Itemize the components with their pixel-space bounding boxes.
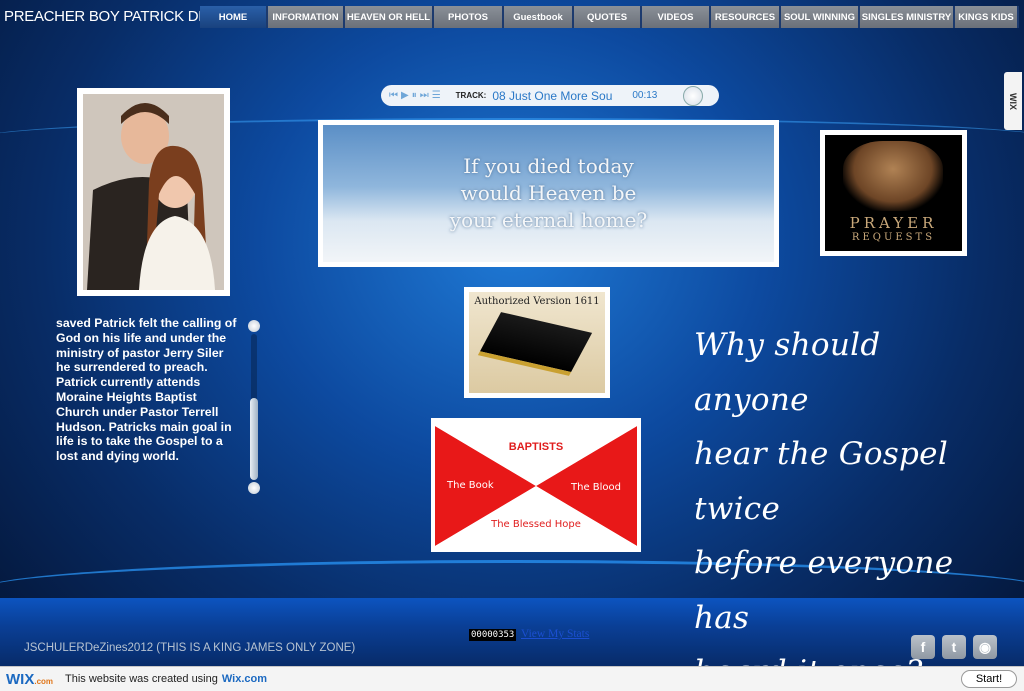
kjv-bible-image[interactable]: Authorized Version 1611 — [464, 287, 610, 398]
nav-soul-winning[interactable]: SOUL WINNING — [781, 6, 860, 28]
banner-text: If you died today would Heaven be your e… — [449, 154, 648, 232]
twitter-icon[interactable]: t — [942, 635, 966, 659]
bible-image: Authorized Version 1611 — [469, 292, 605, 393]
scroll-thumb[interactable] — [250, 398, 258, 480]
prayer-title: PRAYER — [849, 214, 938, 232]
track-label: TRACK: — [455, 91, 487, 100]
praying-hands-icon — [843, 141, 943, 211]
bible-book-icon — [477, 312, 593, 376]
wix-message: This website was created using — [65, 673, 218, 685]
play-icon[interactable]: ▶ — [401, 90, 409, 101]
baptists-graphic: BAPTISTS The Book The Blood The Blessed … — [435, 422, 637, 548]
label-blessed-hope: The Blessed Hope — [491, 519, 581, 530]
rss-icon[interactable]: ◉ — [973, 635, 997, 659]
nav-singles-ministry[interactable]: SINGLES MINISTRY — [860, 6, 955, 28]
prayer-subtitle: REQUESTS — [851, 232, 936, 243]
scroll-up-icon[interactable] — [248, 320, 260, 332]
baptists-image[interactable]: BAPTISTS The Book The Blood The Blessed … — [431, 418, 641, 552]
nav-resources[interactable]: RESOURCES — [711, 6, 781, 28]
heaven-banner[interactable]: If you died today would Heaven be your e… — [318, 120, 779, 267]
pause-icon[interactable]: ⏸ — [412, 90, 417, 101]
prayer-image: PRAYER REQUESTS — [825, 135, 962, 251]
label-the-book: The Book — [447, 480, 494, 491]
nav-quotes[interactable]: QUOTES — [574, 6, 642, 28]
nav-guestbook[interactable]: Guestbook — [504, 6, 574, 28]
wix-promo-bar: WIX.com This website was created using W… — [0, 666, 1024, 691]
prayer-requests-image[interactable]: PRAYER REQUESTS — [820, 130, 967, 256]
wix-link[interactable]: Wix.com — [222, 673, 267, 685]
track-name: 08 Just One More Sou — [492, 88, 613, 103]
wix-logo-text: WIX — [6, 670, 35, 688]
playlist-icon[interactable]: ☰ — [432, 90, 441, 101]
couple-photo — [77, 88, 230, 296]
scroll-down-icon[interactable] — [248, 482, 260, 494]
couple-illustration — [83, 94, 224, 290]
volume-knob[interactable] — [683, 85, 704, 106]
wix-logo-suffix: .com — [34, 676, 54, 686]
next-icon[interactable]: ⏭ — [420, 90, 429, 101]
wix-logo[interactable]: WIX.com — [6, 671, 53, 688]
baptists-title: BAPTISTS — [508, 441, 564, 453]
photo-image — [83, 94, 224, 290]
facebook-icon[interactable]: f — [911, 635, 935, 659]
bio-scrollbar[interactable] — [248, 320, 260, 494]
nav-information[interactable]: INFORMATION — [268, 6, 345, 28]
nav-videos[interactable]: VIDEOS — [642, 6, 711, 28]
view-stats-link[interactable]: View My Stats — [521, 628, 589, 640]
nav-home[interactable]: HOME — [200, 6, 268, 28]
track-time: 00:13 — [632, 90, 658, 101]
nav-heaven-or-hell[interactable]: HEAVEN OR HELL — [345, 6, 434, 28]
label-the-blood: The Blood — [571, 482, 621, 493]
bible-title: Authorized Version 1611 — [474, 296, 600, 307]
start-button[interactable]: Start! — [961, 670, 1017, 688]
social-links: f t ◉ — [911, 635, 997, 659]
banner-image: If you died today would Heaven be your e… — [323, 125, 774, 262]
bio-text: saved Patrick felt the calling of God on… — [56, 316, 237, 464]
visitor-counter: 00000353 — [469, 629, 517, 641]
wix-side-tab[interactable]: WIX — [1004, 72, 1022, 130]
main-nav: HOME INFORMATION HEAVEN OR HELL PHOTOS G… — [200, 6, 1019, 28]
footer-credit: JSCHULERDeZines2012 (THIS IS A KING JAME… — [24, 642, 356, 654]
nav-kings-kids[interactable]: KINGS KIDS — [955, 6, 1019, 28]
prev-icon[interactable]: ⏮ — [389, 90, 398, 101]
nav-photos[interactable]: PHOTOS — [434, 6, 504, 28]
music-player: ⏮ ▶ ⏸ ⏭ ☰ TRACK: 08 Just One More Sou 00… — [381, 85, 719, 106]
